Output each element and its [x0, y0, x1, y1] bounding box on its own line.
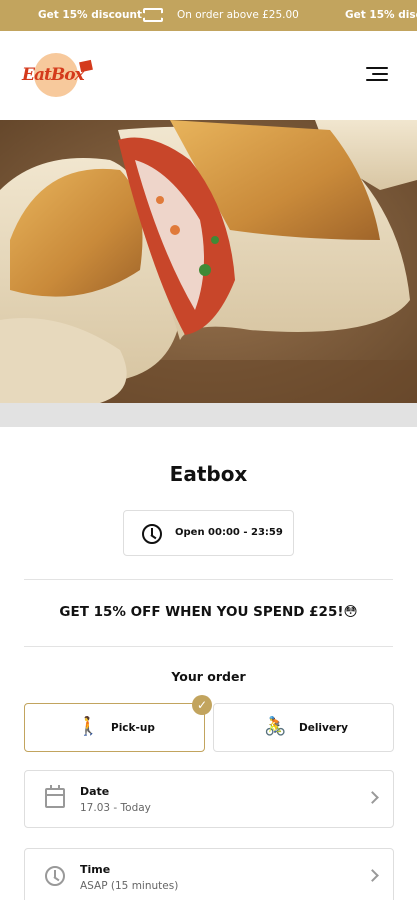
chevron-right-icon: [366, 869, 379, 882]
calendar-icon: [45, 788, 65, 808]
ticket-icon: [141, 8, 165, 22]
time-title: Time: [80, 863, 111, 876]
hamburger-menu-icon[interactable]: [366, 67, 388, 83]
delivery-label: Delivery: [299, 722, 349, 734]
your-order-heading: Your order: [171, 669, 246, 684]
cyclist-icon: 🚴: [264, 716, 287, 737]
opening-hours-badge: Open 00:00 - 23:59: [123, 510, 294, 556]
delivery-option[interactable]: 🚴 Delivery: [213, 703, 394, 752]
promo-ticker-text: Get 15% discount: [345, 9, 417, 21]
hero-food-image: [0, 120, 417, 403]
logo-text: EatBox: [22, 65, 85, 85]
clock-icon: [142, 524, 162, 544]
divider: [24, 579, 393, 580]
promo-banner: GET 15% OFF WHEN YOU SPEND £25!😳: [59, 604, 358, 620]
store-name: Eatbox: [169, 462, 248, 486]
clock-icon: [45, 866, 65, 886]
eatbox-logo[interactable]: EatBox: [22, 51, 94, 97]
pickup-option[interactable]: 🚶 Pick-up: [24, 703, 205, 752]
divider: [24, 646, 393, 647]
checkmark-icon: ✓: [192, 695, 212, 715]
promo-ticker-text: On order above £25.00: [177, 9, 299, 21]
header: EatBox: [0, 31, 417, 120]
opening-hours-text: Open 00:00 - 23:59: [175, 527, 283, 538]
burrito-image: [0, 120, 417, 403]
promo-ticker: Get 15% discount On order above £25.00 G…: [0, 0, 417, 31]
date-selector[interactable]: Date 17.03 - Today: [24, 770, 394, 828]
time-value: ASAP (15 minutes): [80, 880, 179, 892]
pickup-label: Pick-up: [111, 722, 155, 734]
walking-person-icon: 🚶: [77, 716, 100, 737]
logo-box-icon: [79, 59, 93, 73]
promo-ticker-text: Get 15% discount: [38, 9, 142, 21]
time-selector[interactable]: Time ASAP (15 minutes): [24, 848, 394, 900]
date-title: Date: [80, 785, 110, 798]
image-carousel-track: [0, 403, 417, 427]
date-value: 17.03 - Today: [80, 802, 151, 814]
store-info-panel: Eatbox Open 00:00 - 23:59 GET 15% OFF WH…: [0, 427, 417, 900]
chevron-right-icon: [366, 791, 379, 804]
